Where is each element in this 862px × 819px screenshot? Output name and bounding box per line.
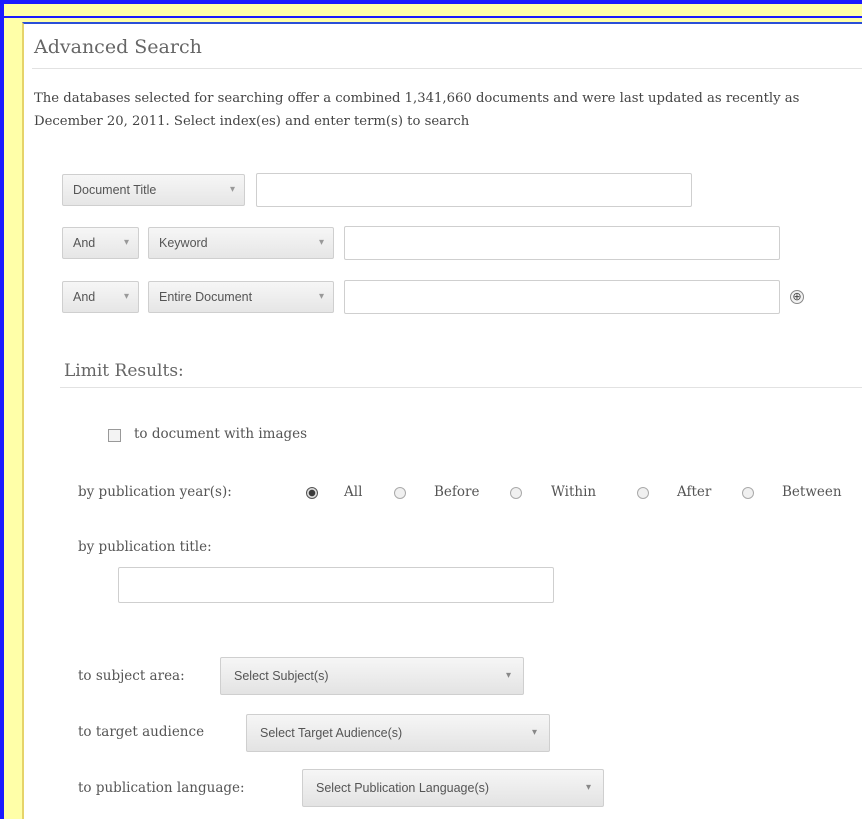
operator-select-3-value: And	[73, 290, 96, 304]
year-option-before-label: Before	[434, 484, 480, 500]
limit-results-divider	[60, 387, 862, 388]
search-term-input-1[interactable]	[256, 173, 692, 207]
chevron-down-icon: ▾	[229, 184, 235, 195]
target-audience-select[interactable]: Select Target Audience(s) ▾	[246, 714, 550, 752]
year-option-all-label: All	[344, 484, 363, 500]
year-radio-all[interactable]	[306, 487, 318, 499]
chevron-down-icon: ▾	[531, 727, 537, 738]
search-term-input-3[interactable]	[344, 280, 780, 314]
index-select-2-value: Keyword	[159, 236, 208, 250]
publication-year-label: by publication year(s):	[78, 484, 232, 500]
index-select-1-value: Document Title	[73, 183, 157, 197]
index-select-2[interactable]: Keyword ▾	[148, 227, 334, 259]
target-audience-label: to target audience	[78, 724, 205, 740]
publication-title-input[interactable]	[118, 567, 554, 603]
chevron-down-icon: ▾	[123, 291, 129, 302]
year-option-within-label: Within	[551, 484, 597, 500]
subject-area-select[interactable]: Select Subject(s) ▾	[220, 657, 524, 695]
chevron-down-icon: ▾	[318, 237, 324, 248]
search-term-input-2[interactable]	[344, 226, 780, 260]
advanced-search-panel: Advanced Search The databases selected f…	[22, 22, 862, 819]
chevron-down-icon: ▾	[123, 237, 129, 248]
operator-select-2[interactable]: And ▾	[62, 227, 139, 259]
title-divider	[32, 68, 862, 69]
images-checkbox[interactable]	[108, 429, 121, 442]
operator-select-2-value: And	[73, 236, 96, 250]
index-select-3[interactable]: Entire Document ▾	[148, 281, 334, 313]
add-row-icon[interactable]: ⊕	[790, 290, 804, 304]
publication-language-label: to publication language:	[78, 780, 245, 796]
chevron-down-icon: ▾	[585, 782, 591, 793]
limit-results-heading: Limit Results:	[64, 361, 184, 381]
window-top-bar	[4, 4, 862, 18]
images-checkbox-label: to document with images	[134, 426, 308, 442]
year-radio-before[interactable]	[394, 487, 406, 499]
index-select-3-value: Entire Document	[159, 290, 253, 304]
search-description: The databases selected for searching off…	[34, 91, 800, 129]
publication-language-select-value: Select Publication Language(s)	[316, 781, 490, 795]
operator-select-3[interactable]: And ▾	[62, 281, 139, 313]
year-radio-within[interactable]	[510, 487, 522, 499]
chevron-down-icon: ▾	[505, 670, 511, 681]
chevron-down-icon: ▾	[318, 291, 324, 302]
subject-area-select-value: Select Subject(s)	[234, 669, 329, 683]
page-title: Advanced Search	[34, 36, 202, 58]
year-option-between-label: Between	[782, 484, 842, 500]
publication-title-label: by publication title:	[78, 539, 212, 555]
index-select-1[interactable]: Document Title ▾	[62, 174, 245, 206]
year-option-after-label: After	[677, 484, 712, 500]
year-radio-after[interactable]	[637, 487, 649, 499]
target-audience-select-value: Select Target Audience(s)	[260, 726, 403, 740]
publication-language-select[interactable]: Select Publication Language(s) ▾	[302, 769, 604, 807]
year-radio-between[interactable]	[742, 487, 754, 499]
subject-area-label: to subject area:	[78, 668, 185, 684]
